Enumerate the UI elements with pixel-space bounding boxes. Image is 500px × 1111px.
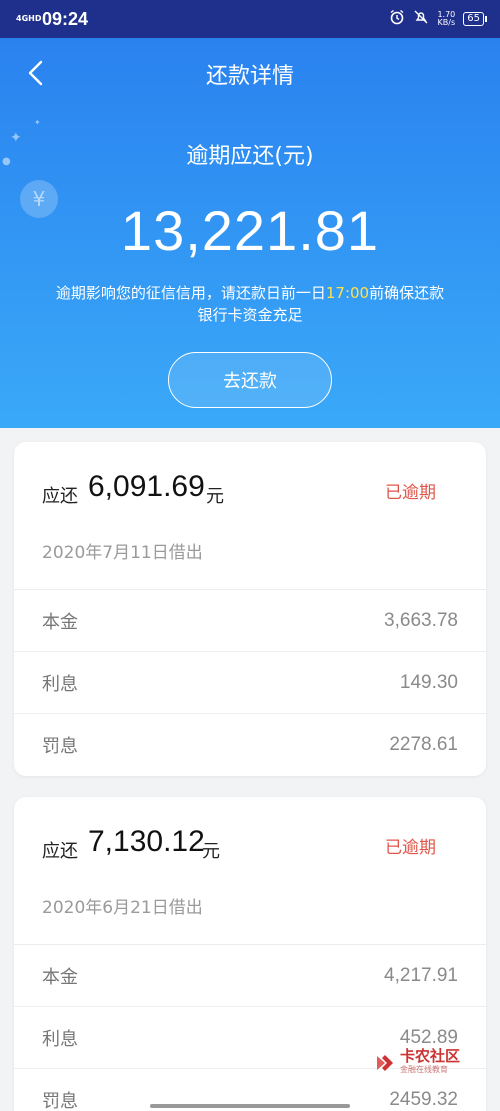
currency-unit: 元: [202, 841, 220, 862]
due-label: 应还: [42, 841, 78, 862]
interest-row: 利息 149.30: [14, 652, 486, 714]
notice-deadline-time: 17:00: [325, 284, 370, 302]
status-badge: 已逾期: [385, 838, 436, 858]
clock: 09:24: [42, 8, 89, 29]
watermark: 卡农社区 金融在线教育: [374, 1049, 460, 1077]
sparkle-icon: ✦: [34, 118, 41, 127]
watermark-logo-icon: [374, 1052, 396, 1074]
battery-indicator: 65: [463, 12, 487, 26]
network-speed: 1.70 KB/s: [437, 10, 456, 27]
alarm-icon: [389, 9, 405, 29]
loan-card[interactable]: 应还 6,091.69 元 已逾期 2020年7月11日借出 本金 3,663.…: [14, 442, 486, 776]
page-title: 还款详情: [205, 64, 294, 89]
mute-icon: [413, 9, 429, 29]
loan-card-header: 应还 7,130.12 元 已逾期 2020年6月21日借出: [14, 797, 486, 945]
status-bar: 4GHD 09:24 1.70 KB/s 65: [0, 0, 500, 38]
principal-row: 本金 3,663.78: [14, 590, 486, 652]
repay-button[interactable]: 去还款: [168, 352, 332, 408]
network-indicator: 4GHD: [16, 14, 42, 23]
overdue-amount: 13,221.81: [120, 199, 380, 262]
watermark-subtext: 金融在线教育: [399, 1065, 448, 1074]
status-icons: 1.70 KB/s 65: [389, 9, 487, 29]
due-amount: 6,091.69: [88, 470, 205, 503]
due-label: 应还: [42, 486, 78, 507]
loan-card-header: 应还 6,091.69 元 已逾期 2020年7月11日借出: [14, 442, 486, 590]
summary-header: 还款详情 ✦ ✦ ● ¥ 逾期应还(元) 13,221.81 逾期影响您的征信信…: [0, 38, 500, 428]
home-indicator[interactable]: [150, 1104, 350, 1108]
overdue-notice: 逾期影响您的征信信用，请还款日前一日17:00前确保还款 银行卡资金充足: [55, 284, 445, 324]
loan-date: 2020年7月11日借出: [42, 543, 203, 563]
penalty-interest-row: 罚息 2278.61: [42, 734, 458, 757]
principal-row: 本金 4,217.91: [14, 945, 486, 1007]
currency-unit: 元: [206, 486, 224, 507]
overdue-amount-label: 逾期应还(元): [186, 144, 314, 169]
due-amount: 7,130.12: [88, 825, 205, 858]
loan-date: 2020年6月21日借出: [42, 898, 203, 918]
status-badge: 已逾期: [385, 483, 436, 503]
